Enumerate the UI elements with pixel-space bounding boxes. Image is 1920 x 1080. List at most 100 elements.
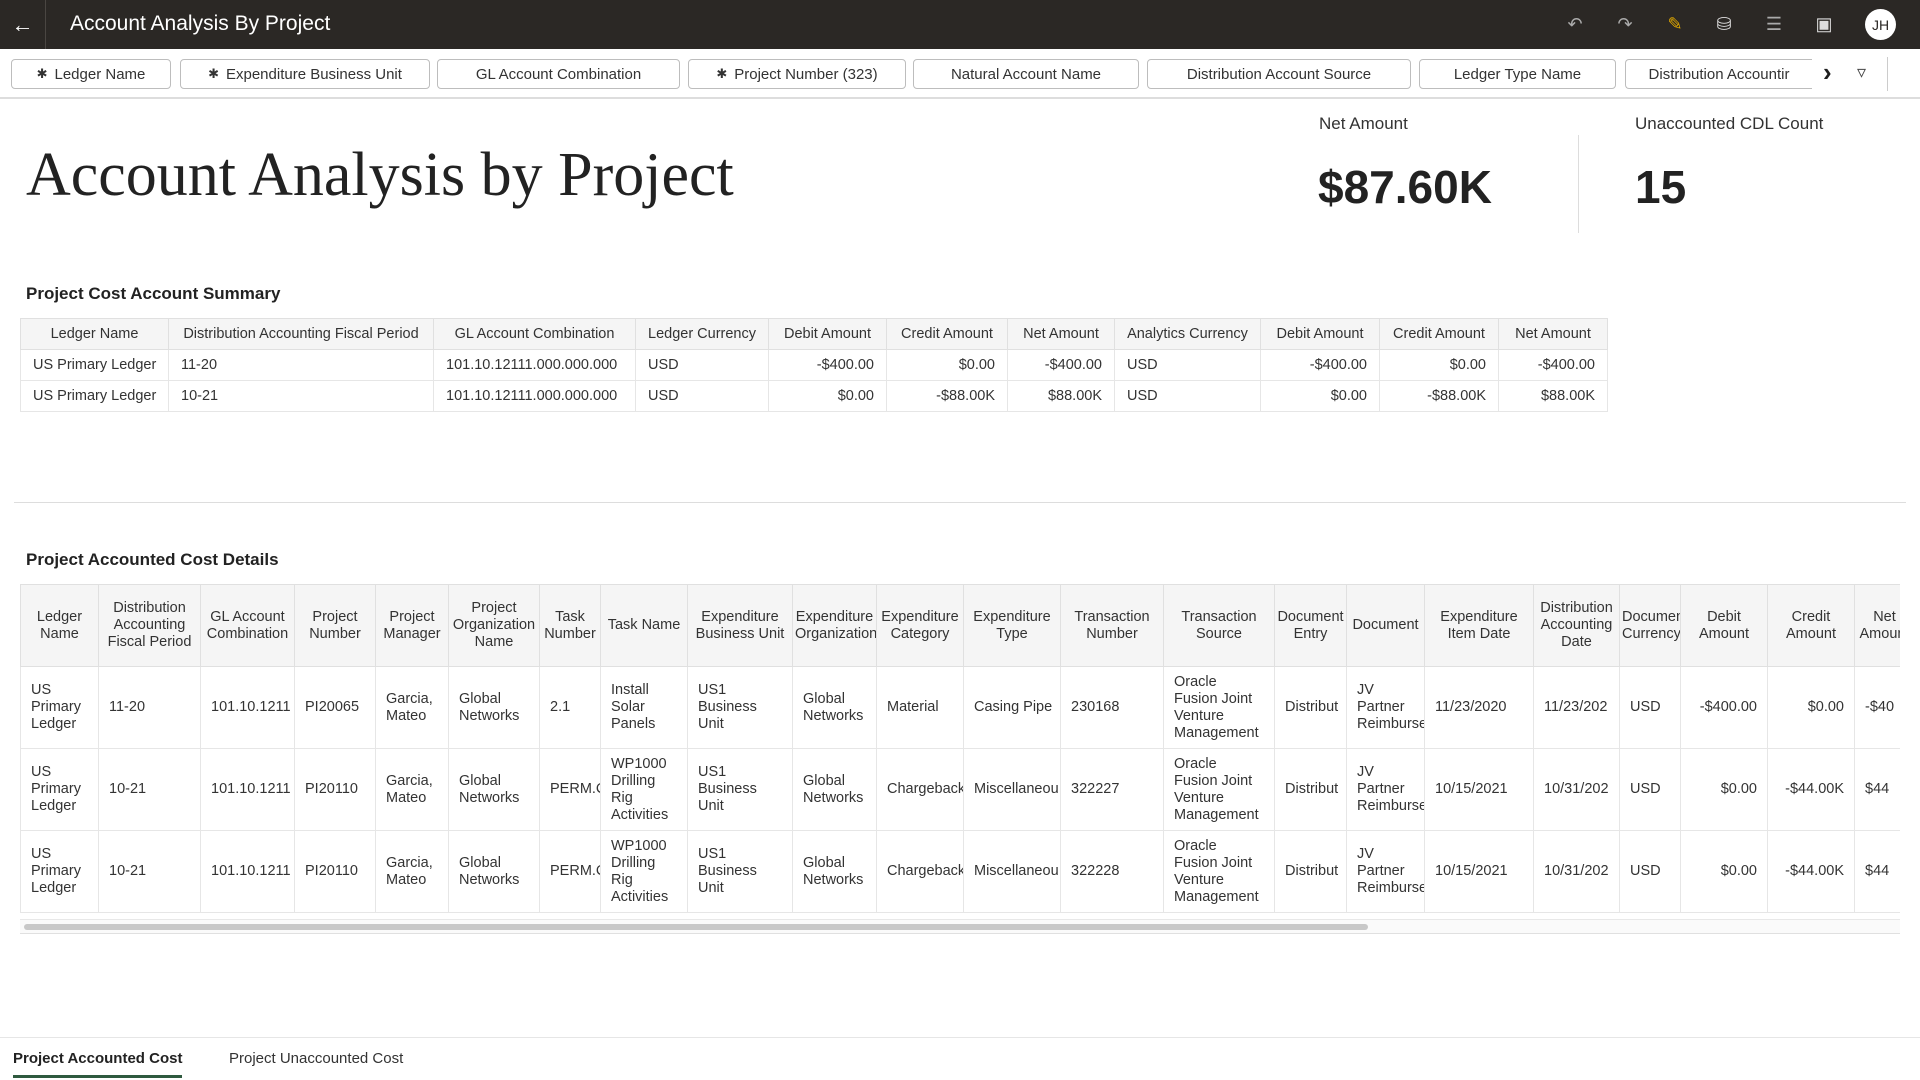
table-cell: US Primary Ledger <box>20 666 99 749</box>
table-cell: 322227 <box>1060 748 1164 831</box>
data-refresh-icon[interactable]: ⛁ <box>1712 12 1736 36</box>
divider <box>1887 57 1888 91</box>
kpi-net-amount-value: $87.60K <box>1318 161 1492 213</box>
filter-button[interactable]: ✱ Ledger Name <box>11 59 171 89</box>
table-cell: 101.10.1211 <box>200 666 295 749</box>
chevron-right-icon[interactable]: › <box>1823 57 1832 88</box>
table-cell: 11/23/202 <box>1533 666 1620 749</box>
column-header[interactable]: Net Amount <box>1498 318 1608 350</box>
filter-label: Ledger Name <box>54 65 146 83</box>
filter-label: Distribution Account Source <box>1186 65 1372 83</box>
table-cell: Garcia, Mateo <box>375 748 449 831</box>
column-header[interactable]: Project Number <box>294 584 376 667</box>
filter-button[interactable]: GL Account Combination <box>437 59 680 89</box>
scrollbar-thumb[interactable] <box>24 924 1368 930</box>
column-header[interactable]: Distribution Accounting Date <box>1533 584 1620 667</box>
table-cell: Distribut <box>1274 830 1347 913</box>
column-header[interactable]: Project Manager <box>375 584 449 667</box>
column-header[interactable]: Document <box>1346 584 1425 667</box>
column-header[interactable]: Expenditure Category <box>876 584 964 667</box>
column-header[interactable]: Expenditure Item Date <box>1424 584 1534 667</box>
table-row[interactable]: US Primary Ledger 11-20 101.10.1211 PI20065… <box>20 666 1900 749</box>
filter-bar: ✱ Ledger Name ✱ Expenditure Business Unit GL… <box>0 49 1920 99</box>
table-cell: -$40 <box>1854 666 1900 749</box>
table-row[interactable]: US Primary Ledger 10-21 101.10.12111.000.0… <box>20 380 1608 412</box>
column-header[interactable]: Task Number <box>539 584 601 667</box>
filter-button[interactable]: Ledger Type Name <box>1419 59 1616 89</box>
table-cell: US1 Business Unit <box>687 666 793 749</box>
redo-icon[interactable]: ↷ <box>1613 12 1637 36</box>
column-header[interactable]: Transaction Source <box>1163 584 1275 667</box>
column-header[interactable]: Debit Amount <box>1680 584 1768 667</box>
column-header[interactable]: Credit Amount <box>886 318 1008 350</box>
table-cell: WP1000 Drilling Rig Activities <box>600 748 688 831</box>
undo-icon[interactable]: ↶ <box>1563 12 1587 36</box>
column-header[interactable]: Ledger Currency <box>635 318 769 350</box>
table-cell: PI20110 <box>294 748 376 831</box>
tab-project-accounted-cost[interactable]: Project Accounted Cost <box>13 1050 183 1078</box>
column-header[interactable]: Debit Amount <box>768 318 887 350</box>
table-cell: Oracle Fusion Joint Venture Management <box>1163 830 1275 913</box>
table-cell: 10/31/202 <box>1533 748 1620 831</box>
top-bar: ← Account Analysis By Project ↶ ↷ ✎ ⛁ ☰ … <box>0 0 1920 49</box>
column-header[interactable]: Credit Amount <box>1767 584 1855 667</box>
column-header[interactable]: Transaction Number <box>1060 584 1164 667</box>
table-cell: USD <box>1114 380 1261 412</box>
column-header[interactable]: GL Account Combination <box>200 584 295 667</box>
table-cell: Distribut <box>1274 666 1347 749</box>
table-cell: US1 Business Unit <box>687 830 793 913</box>
present-icon[interactable]: ▣ <box>1812 12 1836 36</box>
column-header[interactable]: Credit Amount <box>1379 318 1499 350</box>
back-arrow-icon[interactable]: ← <box>0 0 46 49</box>
filter-button[interactable]: ✱ Expenditure Business Unit <box>180 59 430 89</box>
column-header[interactable]: Task Name <box>600 584 688 667</box>
table-cell: 101.10.1211 <box>200 748 295 831</box>
table-row[interactable]: US Primary Ledger 10-21 101.10.1211 PI20110… <box>20 748 1900 831</box>
comment-icon[interactable]: ☰ <box>1762 12 1786 36</box>
filter-button[interactable]: ✱ Project Number (323) <box>688 59 906 89</box>
column-header[interactable]: Expenditure Type <box>963 584 1061 667</box>
tab-project-unaccounted-cost[interactable]: Project Unaccounted Cost <box>229 1050 403 1075</box>
column-header[interactable]: Distribution Accounting Fiscal Period <box>98 584 201 667</box>
header-row: Ledger Name Distribution Accounting Fisca… <box>20 318 1608 350</box>
table-cell: -$44.00K <box>1767 748 1855 831</box>
column-header[interactable]: Expenditure Organization <box>792 584 877 667</box>
column-header[interactable]: Ledger Name <box>20 584 99 667</box>
filter-button[interactable]: Distribution Accountir <box>1625 59 1812 89</box>
column-header[interactable]: Analytics Currency <box>1114 318 1261 350</box>
filter-label: GL Account Combination <box>475 65 642 83</box>
edit-icon[interactable]: ✎ <box>1663 12 1687 36</box>
column-header[interactable]: Document Entry <box>1274 584 1347 667</box>
section-divider <box>14 502 1906 503</box>
column-header[interactable]: GL Account Combination <box>433 318 636 350</box>
column-header[interactable]: Net Amount <box>1854 584 1900 667</box>
avatar[interactable]: JH <box>1865 9 1896 40</box>
table-cell: PERM.C <box>539 748 601 831</box>
column-header[interactable]: Net Amount <box>1007 318 1115 350</box>
table-row[interactable]: US Primary Ledger 11-20 101.10.12111.000.0… <box>20 349 1608 381</box>
table-cell: -$44.00K <box>1767 830 1855 913</box>
table-cell: Global Networks <box>792 748 877 831</box>
table-cell: 11-20 <box>98 666 201 749</box>
column-header[interactable]: Debit Amount <box>1260 318 1380 350</box>
table-cell: US1 Business Unit <box>687 748 793 831</box>
column-header[interactable]: Ledger Name <box>20 318 169 350</box>
filter-icon[interactable]: ▿ <box>1857 62 1866 83</box>
table-cell: 10-21 <box>168 380 434 412</box>
table-cell: Install Solar Panels <box>600 666 688 749</box>
column-header[interactable]: Document Currency <box>1619 584 1681 667</box>
table-cell: Global Networks <box>448 748 540 831</box>
column-header[interactable]: Project Organization Name <box>448 584 540 667</box>
column-header[interactable]: Distribution Accounting Fiscal Period <box>168 318 434 350</box>
table-cell: -$400.00 <box>1498 349 1608 381</box>
column-header[interactable]: Expenditure Business Unit <box>687 584 793 667</box>
table-cell: Chargeback <box>876 830 964 913</box>
table-cell: Garcia, Mateo <box>375 830 449 913</box>
table-cell: Miscellaneou <box>963 748 1061 831</box>
table-cell: -$88.00K <box>886 380 1008 412</box>
horizontal-scrollbar[interactable] <box>20 919 1900 933</box>
filter-button[interactable]: Distribution Account Source <box>1147 59 1411 89</box>
table-row[interactable]: US Primary Ledger 10-21 101.10.1211 PI20110… <box>20 830 1900 913</box>
table-cell: Global Networks <box>448 666 540 749</box>
filter-button[interactable]: Natural Account Name <box>913 59 1139 89</box>
